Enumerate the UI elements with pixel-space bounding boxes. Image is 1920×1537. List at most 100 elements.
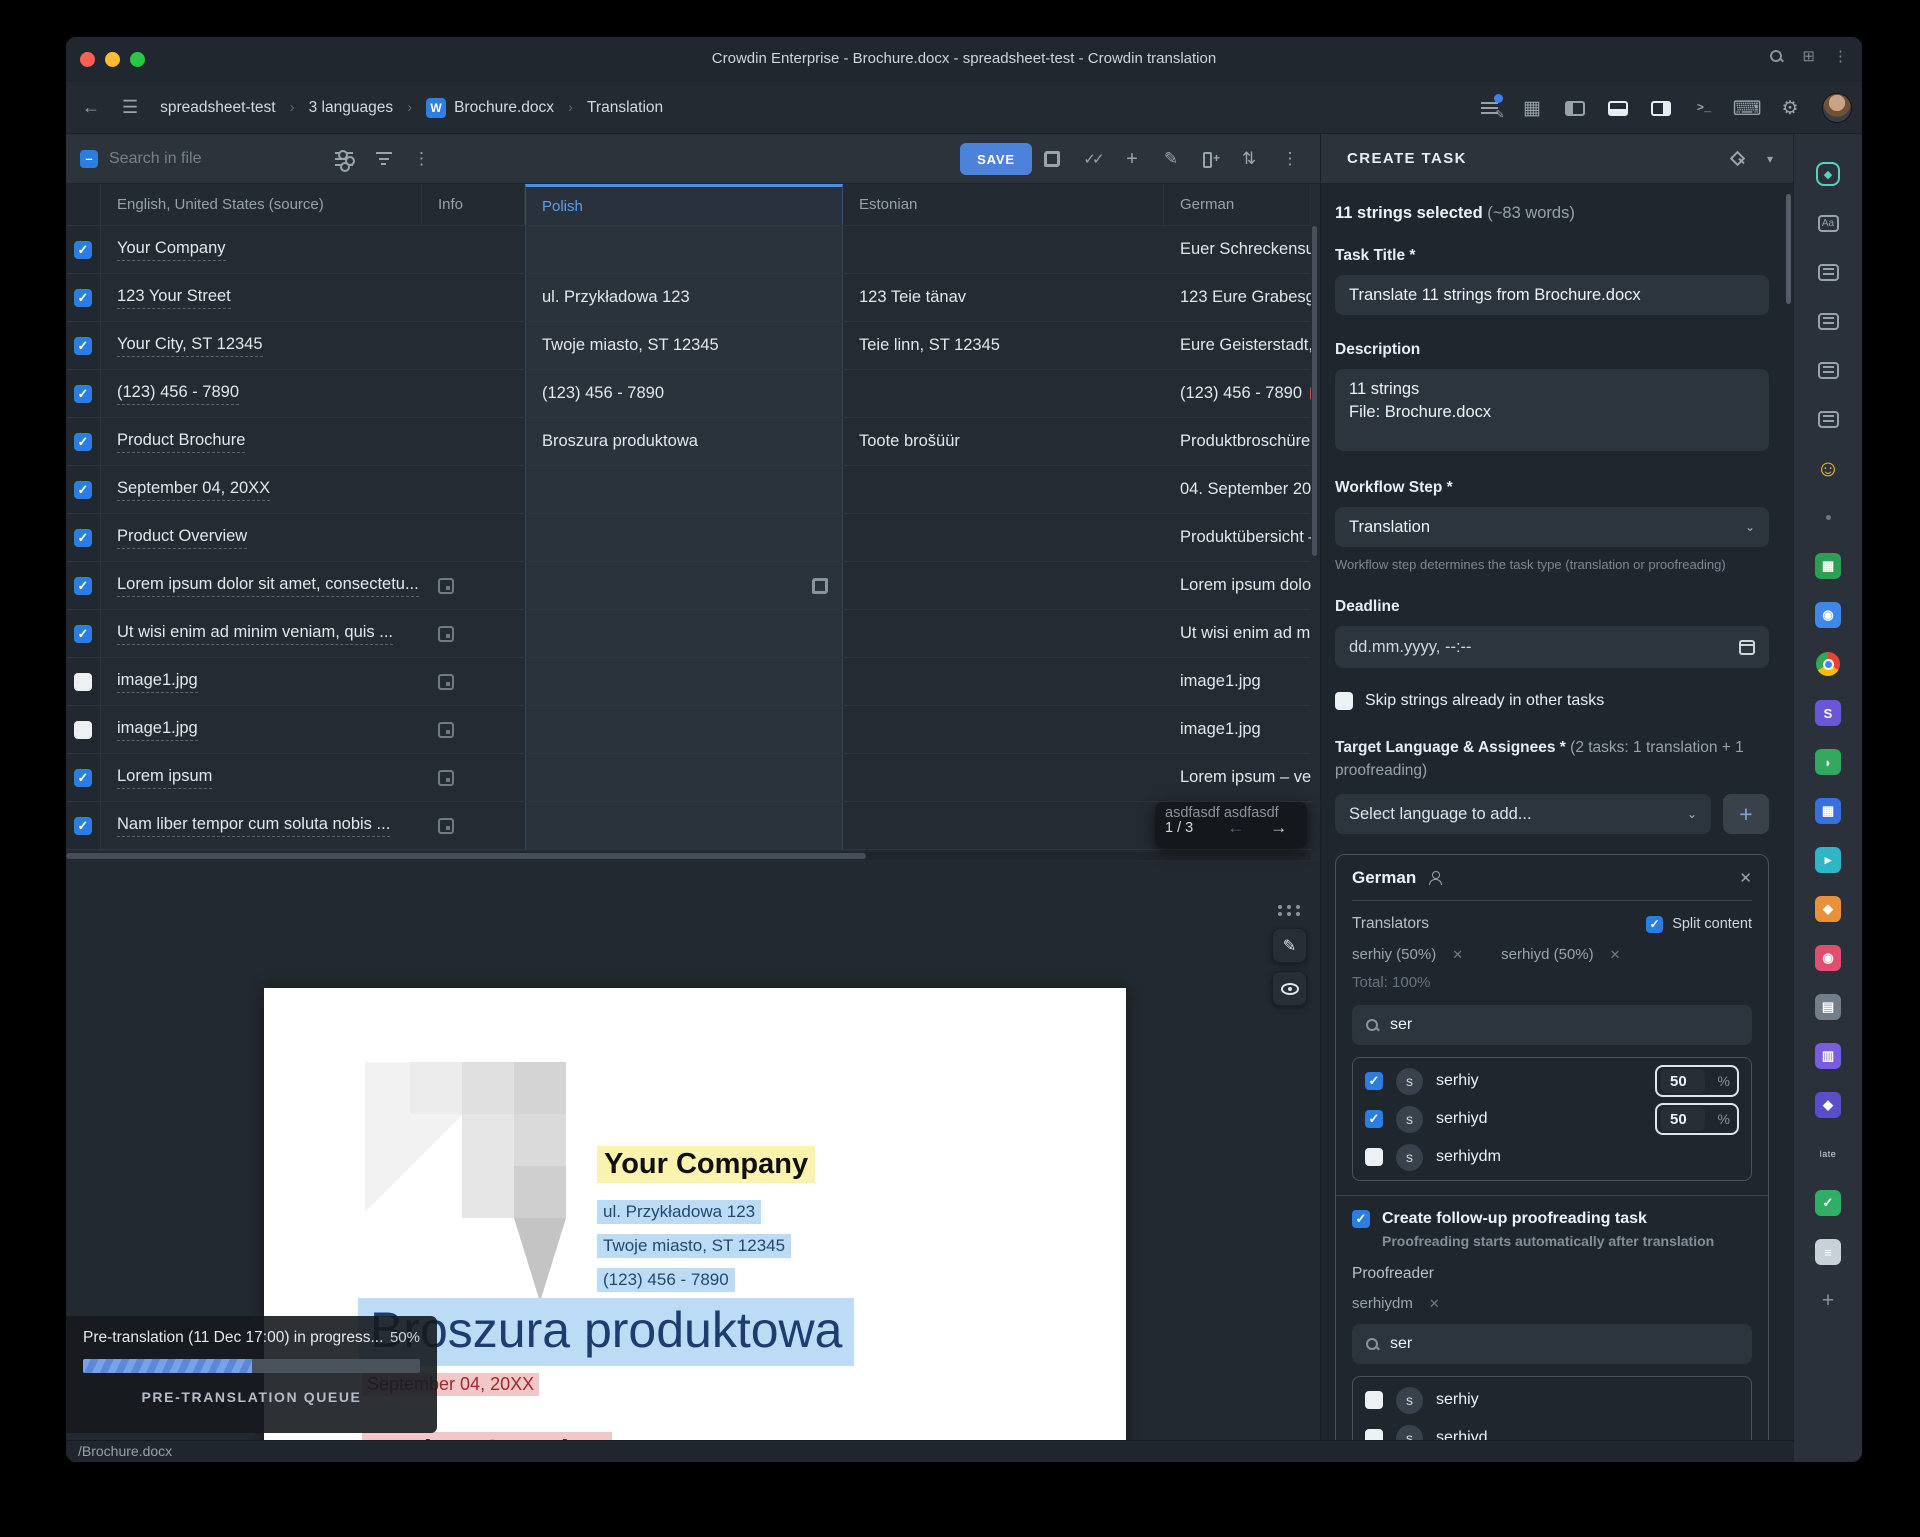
german-cell[interactable]: image1.jpg [1164,706,1311,753]
german-cell[interactable]: Lorem ipsum dolor [1164,562,1311,609]
menu-icon[interactable]: ☰ [122,97,138,118]
glossary-pages-icon[interactable] [1814,356,1842,384]
context-icon[interactable] [438,674,454,690]
german-cell[interactable]: (123) 456 - 7890! [1164,370,1311,417]
shield-app-icon[interactable]: ◆ [1814,1091,1842,1119]
column-header-polish[interactable]: Polish [525,184,843,225]
polish-cell[interactable] [525,658,843,705]
proofreader-search[interactable] [1352,1324,1752,1364]
row-checkbox[interactable]: ✓ [74,337,92,355]
notes-app-icon[interactable]: ≡ [1814,1238,1842,1266]
polish-cell[interactable] [525,562,843,609]
source-cell[interactable]: Lorem ipsum dolor sit amet, consectetu..… [101,562,422,609]
pretranslation-queue-button[interactable]: PRE-TRANSLATION QUEUE [83,1389,420,1405]
info-cell[interactable] [422,226,525,273]
german-cell[interactable]: Eure Geisterstadt, B [1164,322,1311,369]
row-checkbox[interactable]: ✓ [74,817,92,835]
language-select[interactable]: Select language to add...⌄ [1335,794,1711,834]
keyboard-shortcuts-icon[interactable]: ⌨ [1736,97,1758,119]
filter-icon[interactable] [372,147,396,171]
estonian-cell[interactable]: Teie linn, ST 12345 [843,322,1164,369]
row-checkbox[interactable]: ✓ [74,289,92,307]
german-cell[interactable]: image1.jpg [1164,658,1311,705]
percent-value[interactable]: 50 [1661,1069,1705,1093]
percent-input[interactable]: 50% [1655,1103,1739,1135]
bird-app-icon[interactable]: ▸ [1814,846,1842,874]
proofreader-checkbox[interactable] [1365,1391,1383,1409]
chevron-down-icon[interactable]: ▾ [1767,152,1773,166]
context-icon[interactable] [438,770,454,786]
estonian-cell[interactable] [843,466,1164,513]
workflow-step-select[interactable]: Translation⌄ [1335,507,1769,547]
select-all-checkbox[interactable]: – [80,150,98,168]
estonian-cell[interactable] [843,226,1164,273]
row-checkbox[interactable]: ✓ [74,577,92,595]
copy-translation-icon[interactable] [812,578,828,594]
info-cell[interactable] [422,418,525,465]
skip-strings-checkbox[interactable] [1335,692,1353,710]
polish-cell[interactable] [525,706,843,753]
polish-cell[interactable] [525,514,843,561]
edit-icon[interactable]: ✎ [1159,147,1183,171]
context-icon[interactable] [438,818,454,834]
followup-proofreading-checkbox[interactable]: ✓ [1352,1210,1370,1228]
eye-app-icon[interactable]: ◉ [1814,944,1842,972]
translator-checkbox[interactable]: ✓ [1365,1072,1383,1090]
proofreader-search-input[interactable] [1390,1335,1490,1353]
layout-left-icon[interactable] [1564,97,1586,119]
context-icon[interactable] [438,578,454,594]
ai-assistant-icon[interactable]: ◆ [1814,160,1842,188]
info-cell[interactable] [422,562,525,609]
add-app-icon[interactable]: + [1814,1287,1842,1315]
german-cell[interactable]: 123 Eure Grabesgas [1164,274,1311,321]
add-string-icon[interactable]: + [1120,147,1144,171]
check-app-icon[interactable]: ✓ [1814,1189,1842,1217]
german-cell[interactable]: 04. September 20X [1164,466,1311,513]
cube-app-icon[interactable]: ◆ [1814,895,1842,923]
polish-cell[interactable] [525,802,843,849]
translator-checkbox[interactable]: ✓ [1365,1110,1383,1128]
info-cell[interactable] [422,610,525,657]
polish-cell[interactable] [525,610,843,657]
dot-indicator[interactable] [1814,503,1842,531]
info-cell[interactable] [422,754,525,801]
table-horizontal-scrollbar[interactable] [66,852,1311,860]
polish-cell[interactable] [525,754,843,801]
filter-settings-icon[interactable] [332,147,356,171]
comments-icon[interactable] [1814,258,1842,286]
row-checkbox[interactable] [74,721,92,739]
polish-cell[interactable]: Twoje miasto, ST 12345 [525,322,843,369]
extensions-icon[interactable]: ⊞ [1802,49,1815,64]
fit-rows-icon[interactable]: ⇅ [1237,147,1261,171]
info-cell[interactable] [422,706,525,753]
copy-source-icon[interactable] [1040,147,1064,171]
estonian-cell[interactable] [843,514,1164,561]
calendar-icon[interactable] [1739,640,1755,655]
search-in-file-input[interactable]: Search in file [109,150,202,168]
info-cell[interactable] [422,370,525,417]
info-cell[interactable] [422,466,525,513]
row-checkbox[interactable]: ✓ [74,433,92,451]
polish-cell[interactable]: Broszura produktowa [525,418,843,465]
late-app-icon[interactable]: late [1814,1140,1842,1168]
deadline-input[interactable]: dd.mm.yyyy, --:-- [1335,626,1769,668]
row-checkbox[interactable]: ✓ [74,529,92,547]
columns-app-icon[interactable]: ▥ [1814,1042,1842,1070]
next-arrow-icon[interactable]: → [1270,818,1287,838]
polish-cell[interactable] [525,226,843,273]
unpin-icon[interactable] [1731,152,1745,166]
table-vertical-scrollbar[interactable] [1312,226,1317,556]
source-cell[interactable]: (123) 456 - 7890 [101,370,422,417]
estonian-cell[interactable] [843,610,1164,657]
estonian-cell[interactable] [843,658,1164,705]
proofreader-option[interactable]: sserhiyd [1365,1419,1739,1440]
polish-cell[interactable] [525,466,843,513]
preview-visibility-button[interactable] [1272,971,1307,1006]
column-header-info[interactable]: Info [422,184,525,225]
german-cell[interactable]: Euer Schreckensunt [1164,226,1311,273]
row-checkbox[interactable]: ✓ [74,625,92,643]
german-cell[interactable]: Ut wisi enim ad min [1164,610,1311,657]
polish-cell[interactable]: (123) 456 - 7890 [525,370,843,417]
estonian-cell[interactable]: Toote brošüür [843,418,1164,465]
breadcrumb-file[interactable]: W Brochure.docx [426,98,554,118]
